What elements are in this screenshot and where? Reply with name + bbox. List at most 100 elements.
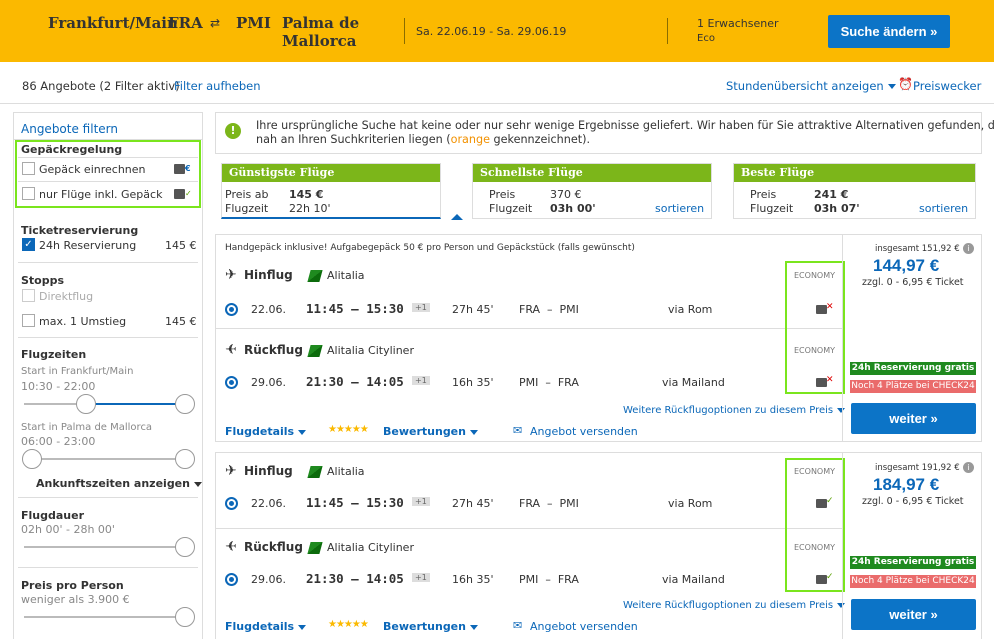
slider-handle-max[interactable] — [175, 394, 195, 414]
slider-handle-min[interactable] — [76, 394, 96, 414]
direct-flight-label: Direktflug — [39, 290, 94, 303]
airline-name: Alitalia Cityliner — [327, 344, 414, 357]
ratings-link[interactable]: Bewertungen — [383, 425, 478, 438]
outbound-label: Hinflug — [244, 268, 293, 282]
include-baggage-checkbox[interactable] — [22, 162, 35, 175]
swap-icon[interactable]: ⇄ — [210, 16, 220, 30]
slider-handle-min[interactable] — [22, 449, 42, 469]
info-icon[interactable]: i — [963, 243, 974, 254]
envelope-icon[interactable]: ✉ — [513, 424, 522, 437]
dest-city-line1: Palma de — [282, 14, 360, 32]
flight-duration: 16h 35' — [452, 376, 494, 389]
ratings-link[interactable]: Bewertungen — [383, 620, 478, 633]
tab-time: 03h 00' — [550, 202, 596, 215]
direct-flight-checkbox[interactable] — [22, 289, 35, 302]
outbound-label: Hinflug — [244, 464, 293, 478]
plane-outbound-icon: ✈ — [225, 267, 237, 283]
max-one-stop-checkbox[interactable] — [22, 314, 35, 327]
change-search-button[interactable]: Suche ändern » — [828, 15, 950, 48]
price-heading: Preis pro Person — [21, 579, 124, 592]
tab-time: 22h 10' — [289, 202, 331, 215]
divider — [216, 528, 842, 529]
return-label: Rückflug — [244, 540, 303, 554]
flight-details-link[interactable]: Flugdetails — [225, 425, 307, 438]
alitalia-logo-icon — [307, 466, 323, 478]
outbound-radio[interactable] — [225, 303, 238, 316]
flight-date: 29.06. — [251, 376, 286, 389]
sort-link[interactable]: sortieren — [919, 202, 968, 215]
more-return-options-link[interactable]: Weitere Rückflugoptionen zu diesem Preis — [623, 600, 846, 611]
total-price: insgesamt 151,92 € — [875, 244, 960, 254]
travel-dates[interactable]: Sa. 22.06.19 - Sa. 29.06.19 — [416, 25, 566, 38]
luggage-icon — [174, 189, 185, 199]
baggage-note: Handgepäck inklusive! Aufgabegepäck 50 €… — [225, 243, 635, 253]
slider-handle-max[interactable] — [175, 449, 195, 469]
offer-price: 144,97 € — [873, 256, 940, 275]
slider-handle-max[interactable] — [175, 537, 195, 557]
offer-count: 86 Angebote (2 Filter aktiv) — [22, 79, 180, 93]
tab-best[interactable]: Beste Flüge Preis 241 € Flugzeit 03h 07'… — [733, 163, 976, 219]
flight-duration: 16h 35' — [452, 573, 494, 586]
start-dest-label: Start in Palma de Mallorca — [21, 422, 153, 433]
filter-sidebar: Angebote filtern Gepäckregelung Gepäck e… — [13, 112, 203, 639]
arrival-times-toggle[interactable]: Ankunftszeiten anzeigen — [36, 477, 202, 490]
outbound-radio[interactable] — [225, 497, 238, 510]
slider-range — [86, 403, 186, 405]
flight-details-link[interactable]: Flugdetails — [225, 620, 307, 633]
plus-day-badge: +1 — [412, 303, 430, 312]
cabin-class[interactable]: Eco — [697, 33, 715, 44]
return-radio[interactable] — [225, 376, 238, 389]
reset-filter-link[interactable]: Filter aufheben — [174, 79, 261, 93]
airline-name: Alitalia Cityliner — [327, 541, 414, 554]
euro-icon: € — [185, 164, 191, 173]
results-bar: 86 Angebote (2 Filter aktiv) Filter aufh… — [0, 62, 994, 104]
tab-fastest[interactable]: Schnellste Flüge Preis 370 € Flugzeit 03… — [472, 163, 712, 219]
hour-overview-link[interactable]: Stundenübersicht anzeigen — [726, 79, 896, 93]
notice-line2: nah an Ihren Suchkriterien liegen (orang… — [256, 133, 591, 146]
baggage-included-label[interactable]: nur Flüge inkl. Gepäck — [39, 188, 162, 201]
baggage-included-checkbox[interactable] — [22, 187, 35, 200]
duration-range: 02h 00' - 28h 00' — [21, 523, 115, 536]
ticket-fee: zzgl. 0 - 6,95 € Ticket — [862, 496, 964, 507]
flight-date: 22.06. — [251, 497, 286, 510]
reservation-checkbox[interactable]: ✓ — [22, 238, 35, 251]
tab-time: 03h 07' — [814, 202, 860, 215]
continue-button[interactable]: weiter » — [851, 403, 976, 434]
slider-handle-max[interactable] — [175, 607, 195, 627]
alarm-clock-icon[interactable]: ⏰ — [898, 77, 913, 91]
price-alert-link[interactable]: Preiswecker — [913, 79, 981, 93]
alternative-notice: ! Ihre ursprüngliche Suche hat keine ode… — [215, 112, 994, 154]
chevron-down-icon — [298, 624, 307, 630]
info-icon[interactable]: i — [963, 462, 974, 473]
check-icon: ✓ — [185, 189, 192, 198]
travellers[interactable]: 1 Erwachsener — [697, 17, 779, 30]
send-offer-link[interactable]: Angebot versenden — [530, 620, 638, 633]
plus-day-badge: +1 — [412, 497, 430, 506]
free-reservation-badge: 24h Reservierung gratis — [850, 556, 976, 569]
reservation-label[interactable]: 24h Reservierung — [39, 239, 136, 252]
include-baggage-label[interactable]: Gepäck einrechnen — [39, 163, 146, 176]
dest-city-line2: Mallorca — [282, 32, 357, 50]
flight-times: 11:45 – 15:30 — [306, 301, 404, 316]
return-radio[interactable] — [225, 573, 238, 586]
reservation-price: 145 € — [165, 239, 197, 252]
ticket-fee: zzgl. 0 - 6,95 € Ticket — [862, 277, 964, 288]
send-offer-link[interactable]: Angebot versenden — [530, 425, 638, 438]
tab-cheapest[interactable]: Günstigste Flüge Preis ab 145 € Flugzeit… — [221, 163, 463, 220]
continue-button[interactable]: weiter » — [851, 599, 976, 630]
max-one-stop-label[interactable]: max. 1 Umstieg — [39, 315, 126, 328]
sort-link[interactable]: sortieren — [655, 202, 704, 215]
tab-price-label: Preis ab — [225, 188, 269, 201]
tab-title: Günstigste Flüge — [222, 164, 440, 182]
slider-track — [24, 616, 184, 618]
more-return-options-link[interactable]: Weitere Rückflugoptionen zu diesem Preis — [623, 405, 846, 416]
seats-left-badge: Noch 4 Plätze bei CHECK24 — [850, 575, 976, 588]
flight-date: 22.06. — [251, 303, 286, 316]
luggage-icon — [174, 164, 185, 174]
flight-times: 11:45 – 15:30 — [306, 495, 404, 510]
flight-times: 21:30 – 14:05 — [306, 571, 404, 586]
plane-return-icon: ✈ — [225, 342, 237, 358]
divider — [18, 337, 198, 338]
envelope-icon[interactable]: ✉ — [513, 619, 522, 632]
flight-duration: 27h 45' — [452, 497, 494, 510]
